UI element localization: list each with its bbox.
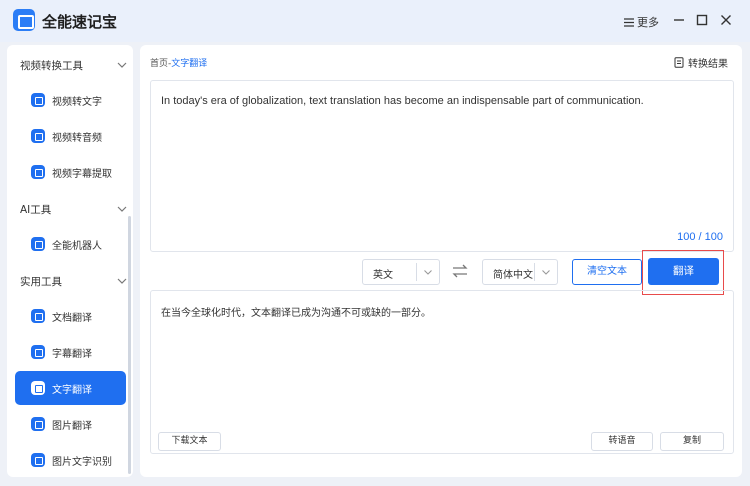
sidebar-item-label: 文字翻译 xyxy=(52,385,92,396)
robot-icon xyxy=(31,237,45,251)
char-counter: 100 / 100 xyxy=(677,231,723,243)
sidebar-item-subtitle-extract[interactable]: 视频字幕提取 xyxy=(15,155,126,189)
conversion-result-link[interactable]: 转换结果 xyxy=(674,55,728,70)
source-language-select[interactable]: 英文 xyxy=(362,259,440,285)
sidebar-item-label: 视频字幕提取 xyxy=(52,169,112,180)
text-file-icon xyxy=(31,93,45,107)
sidebar-item-video-to-text[interactable]: 视频转文字 xyxy=(15,83,126,117)
target-language-value: 简体中文 xyxy=(493,270,533,281)
breadcrumb-current: 文字翻译 xyxy=(171,59,208,69)
translated-text[interactable]: 在当今全球化时代，文本翻译已成为沟通不可或缺的一部分。 xyxy=(161,304,431,319)
close-icon[interactable] xyxy=(719,13,733,27)
sidebar-group-ai-tools[interactable]: AI工具 xyxy=(20,202,51,217)
conversion-result-label: 转换结果 xyxy=(688,59,728,70)
sidebar-item-label: 视频转音频 xyxy=(52,133,102,144)
source-text-input[interactable]: In today's era of globalization, text tr… xyxy=(150,80,734,252)
sidebar-item-label: 视频转文字 xyxy=(52,97,102,108)
text-to-speech-button[interactable]: 转语音 xyxy=(591,432,653,451)
chevron-down-icon xyxy=(542,270,550,275)
chevron-down-icon[interactable] xyxy=(117,278,127,284)
sidebar-item-image-translate[interactable]: 图片翻译 xyxy=(15,407,126,441)
sidebar-item-subtitle-translate[interactable]: 字幕翻译 xyxy=(15,335,126,369)
chevron-down-icon[interactable] xyxy=(117,62,127,68)
source-text[interactable]: In today's era of globalization, text tr… xyxy=(161,95,644,107)
sidebar-item-label: 全能机器人 xyxy=(52,241,102,252)
sidebar-item-robot[interactable]: 全能机器人 xyxy=(15,227,126,261)
sidebar-item-doc-translate[interactable]: 文档翻译 xyxy=(15,299,126,333)
maximize-icon[interactable] xyxy=(695,13,709,27)
document-icon xyxy=(31,309,45,323)
clear-text-button[interactable]: 清空文本 xyxy=(572,259,642,285)
sidebar-item-label: 图片文字识别 xyxy=(52,457,112,468)
sidebar: 视频转换工具 视频转文字 视频转音频 视频字幕提取 AI工具 全能机器人 实用工… xyxy=(7,45,133,477)
select-divider xyxy=(534,263,535,281)
sidebar-item-text-translate[interactable]: 文字翻译 xyxy=(15,371,126,405)
select-divider xyxy=(416,263,417,281)
upload-arrow-icon xyxy=(31,165,45,179)
source-language-value: 英文 xyxy=(373,270,393,281)
more-label: 更多 xyxy=(637,16,659,29)
app-title: 全能速记宝 xyxy=(42,13,118,31)
main-panel: 首页-文字翻译 转换结果 In today's era of globaliza… xyxy=(140,45,742,477)
minimize-icon[interactable] xyxy=(672,13,686,27)
chevron-down-icon[interactable] xyxy=(117,206,127,212)
title-bar: 全能速记宝 更多 xyxy=(0,0,750,42)
music-note-icon xyxy=(31,129,45,143)
chevron-down-icon xyxy=(424,270,432,275)
sidebar-item-image-ocr[interactable]: 图片文字识别 xyxy=(15,443,126,477)
translation-output[interactable]: 在当今全球化时代，文本翻译已成为沟通不可或缺的一部分。 下载文本 转语音 复制 xyxy=(150,290,734,454)
download-text-button[interactable]: 下载文本 xyxy=(158,432,221,451)
sidebar-group-video-tools[interactable]: 视频转换工具 xyxy=(20,58,83,73)
sidebar-item-video-to-audio[interactable]: 视频转音频 xyxy=(15,119,126,153)
text-translate-icon xyxy=(31,381,45,395)
sidebar-group-utility-tools[interactable]: 实用工具 xyxy=(20,274,62,289)
app-logo-icon xyxy=(13,9,35,31)
breadcrumb-home[interactable]: 首页 xyxy=(150,59,168,69)
target-language-select[interactable]: 简体中文 xyxy=(482,259,558,285)
more-menu-button[interactable]: 更多 xyxy=(624,14,659,30)
ocr-icon xyxy=(31,453,45,467)
image-icon xyxy=(31,417,45,431)
document-list-icon xyxy=(674,57,684,68)
swap-languages-icon[interactable] xyxy=(452,264,468,278)
sidebar-item-label: 图片翻译 xyxy=(52,421,92,432)
subtitle-icon xyxy=(31,345,45,359)
sidebar-item-label: 文档翻译 xyxy=(52,313,92,324)
breadcrumb: 首页-文字翻译 xyxy=(150,56,207,69)
translate-button[interactable]: 翻译 xyxy=(648,258,719,285)
copy-button[interactable]: 复制 xyxy=(660,432,724,451)
menu-icon xyxy=(624,17,634,27)
sidebar-scrollbar[interactable] xyxy=(128,216,131,474)
sidebar-item-label: 字幕翻译 xyxy=(52,349,92,360)
